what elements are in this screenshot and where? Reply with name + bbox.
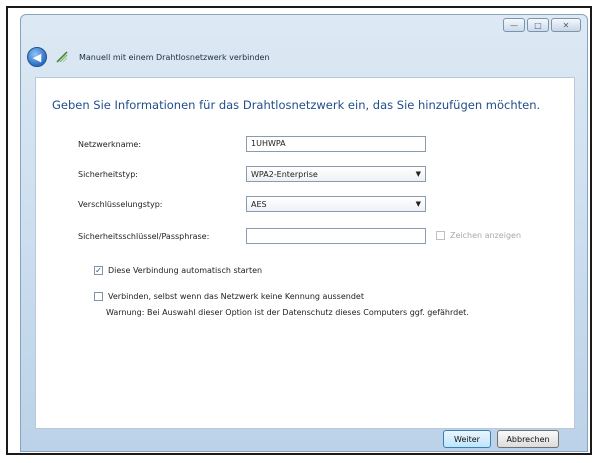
network-name-label: Netzwerkname:: [78, 140, 142, 149]
dialog-window: — □ ✕ ◀ Manuell mit einem Drahtlosnetzwe…: [20, 14, 588, 452]
auto-start-option[interactable]: ✓ Diese Verbindung automatisch starten: [94, 266, 262, 275]
minimize-icon[interactable]: —: [503, 18, 525, 32]
encryption-type-value: AES: [251, 199, 267, 209]
network-name-input[interactable]: 1UHWPA: [246, 136, 426, 152]
security-type-value: WPA2-Enterprise: [251, 169, 318, 179]
close-icon[interactable]: ✕: [551, 18, 581, 32]
connect-hidden-option[interactable]: Verbinden, selbst wenn das Netzwerk kein…: [94, 292, 364, 301]
maximize-icon[interactable]: □: [527, 18, 549, 32]
show-characters-checkbox[interactable]: [436, 231, 445, 240]
next-button[interactable]: Weiter: [443, 430, 491, 448]
show-characters-option[interactable]: Zeichen anzeigen: [436, 231, 521, 240]
security-type-select[interactable]: WPA2-Enterprise ▼: [246, 166, 426, 182]
connect-hidden-label: Verbinden, selbst wenn das Netzwerk kein…: [108, 292, 364, 301]
chevron-down-icon: ▼: [415, 200, 421, 208]
security-type-label: Sicherheitstyp:: [78, 170, 139, 179]
back-arrow-icon[interactable]: ◀: [27, 47, 47, 67]
security-key-label: Sicherheitsschlüssel/Passphrase:: [78, 232, 210, 241]
chevron-down-icon: ▼: [415, 170, 421, 178]
warning-text: Warnung: Bei Auswahl dieser Option ist d…: [106, 308, 469, 317]
content-panel: Geben Sie Informationen für das Drahtlos…: [35, 77, 575, 429]
window-controls: — □ ✕: [503, 18, 581, 32]
auto-start-label: Diese Verbindung automatisch starten: [108, 266, 263, 275]
show-characters-label: Zeichen anzeigen: [450, 231, 522, 240]
encryption-type-label: Verschlüsselungstyp:: [78, 200, 163, 209]
page-heading: Geben Sie Informationen für das Drahtlos…: [52, 98, 541, 112]
encryption-type-select[interactable]: AES ▼: [246, 196, 426, 212]
navigation-bar: ◀ Manuell mit einem Drahtlosnetzwerk ver…: [27, 45, 270, 69]
security-key-input[interactable]: [246, 228, 426, 244]
auto-start-checkbox[interactable]: ✓: [94, 266, 103, 275]
connect-hidden-checkbox[interactable]: [94, 292, 103, 301]
dialog-footer: Weiter Abbrechen: [21, 427, 587, 451]
cancel-button[interactable]: Abbrechen: [497, 430, 559, 448]
wireless-network-icon: [56, 51, 68, 63]
window-title: Manuell mit einem Drahtlosnetzwerk verbi…: [79, 52, 270, 62]
